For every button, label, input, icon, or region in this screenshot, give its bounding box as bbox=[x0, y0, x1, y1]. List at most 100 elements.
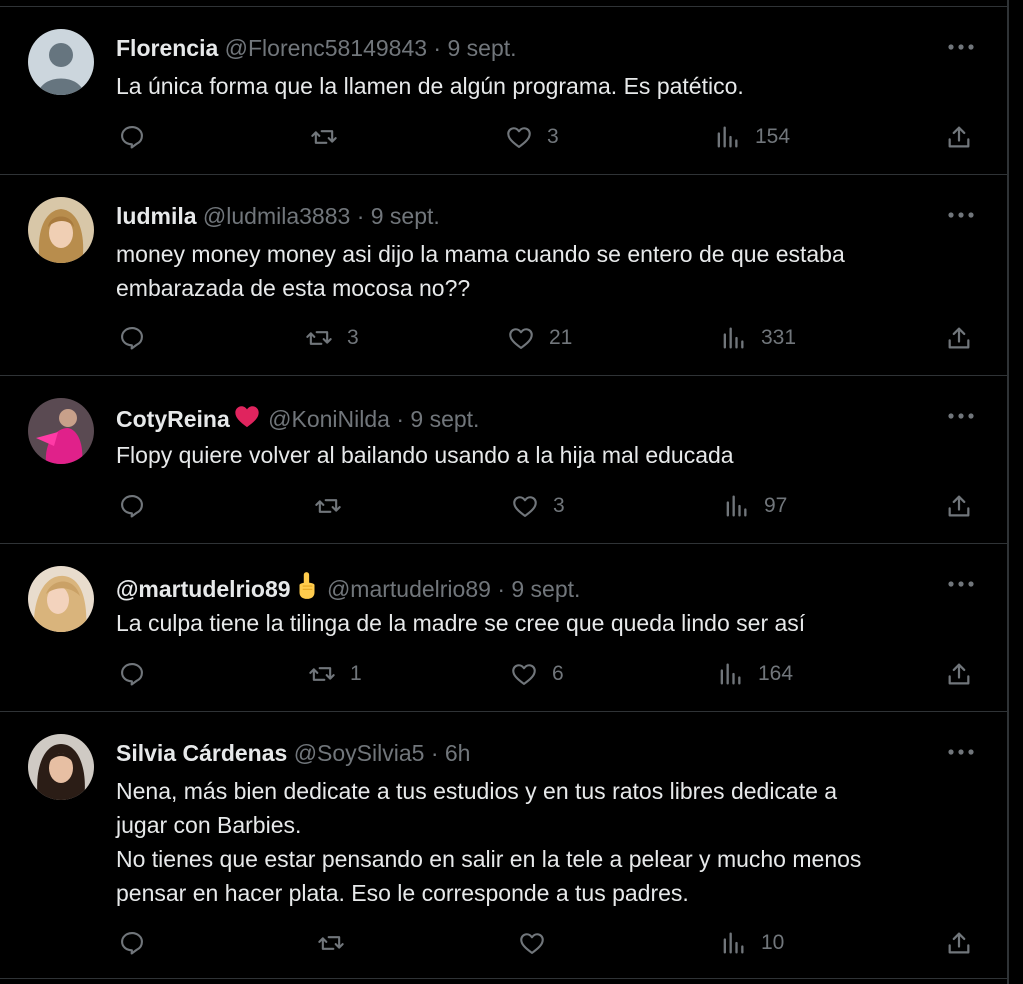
more-options-icon[interactable] bbox=[947, 203, 975, 227]
action-bar: 1 6 164 bbox=[0, 654, 1007, 694]
views-chart-icon bbox=[723, 932, 744, 954]
reply-tweet[interactable]: Silvia Cárdenas @SoySilvia5 · 6h Nena, m… bbox=[0, 711, 1007, 979]
retweet-button[interactable] bbox=[310, 117, 352, 157]
avatar[interactable] bbox=[28, 29, 94, 95]
avatar[interactable] bbox=[28, 734, 94, 800]
separator-dot: · bbox=[356, 203, 365, 229]
reply-tweet[interactable]: @martudelrio89 @martudelrio89 · 9 sept. … bbox=[0, 543, 1007, 711]
views-count: 154 bbox=[755, 125, 791, 148]
retweet-icon bbox=[315, 499, 341, 513]
timestamp[interactable]: 9 sept. bbox=[511, 576, 580, 602]
heart-icon bbox=[507, 127, 531, 148]
user-handle[interactable]: @martudelrio89 bbox=[327, 576, 491, 602]
reply-tweet[interactable]: ludmila @ludmila3883 · 9 sept. money mon… bbox=[0, 174, 1007, 375]
tweet-text-line: La culpa tiene la tilinga de la madre se… bbox=[116, 610, 806, 636]
retweet-button[interactable]: 1 bbox=[308, 654, 362, 694]
views-chart-icon bbox=[720, 663, 741, 685]
separator-dot: · bbox=[396, 406, 404, 432]
tweet-text: La culpa tiene la tilinga de la madre se… bbox=[116, 606, 976, 640]
retweet-icon bbox=[306, 331, 332, 345]
views-count: 331 bbox=[761, 326, 797, 349]
like-button[interactable] bbox=[518, 923, 560, 963]
views-button[interactable]: 331 bbox=[719, 318, 796, 358]
like-button[interactable]: 6 bbox=[510, 654, 564, 694]
reply-button[interactable] bbox=[118, 654, 160, 694]
heart-icon bbox=[520, 933, 544, 954]
user-handle[interactable]: @SoySilvia5 bbox=[294, 740, 425, 766]
more-options-icon[interactable] bbox=[947, 35, 975, 59]
retweet-icon bbox=[311, 130, 337, 144]
reply-button[interactable] bbox=[118, 318, 160, 358]
tweet-text: Nena, más bien dedicate a tus estudios y… bbox=[116, 774, 976, 910]
views-button[interactable]: 154 bbox=[713, 117, 790, 157]
tweet-text-line: money money money asi dijo la mama cuand… bbox=[116, 241, 845, 267]
tweet-header: Florencia @Florenc58149843 · 9 sept. bbox=[116, 33, 937, 63]
user-handle[interactable]: @Florenc58149843 bbox=[225, 35, 427, 61]
tweet-text-line: La única forma que la llamen de algún pr… bbox=[116, 73, 744, 99]
views-button[interactable]: 97 bbox=[722, 486, 787, 526]
like-button[interactable]: 3 bbox=[511, 486, 565, 526]
like-button[interactable]: 3 bbox=[505, 117, 559, 157]
views-count: 10 bbox=[761, 931, 785, 954]
tweet-header: ludmila @ludmila3883 · 9 sept. bbox=[116, 201, 937, 231]
reply-icon bbox=[121, 663, 143, 686]
tweet-header: CotyReina @KoniNilda · 9 sept. bbox=[116, 402, 937, 437]
action-bar: 3 97 bbox=[0, 486, 1007, 526]
retweet-button[interactable]: 3 bbox=[305, 318, 359, 358]
retweet-button[interactable] bbox=[314, 486, 356, 526]
reply-icon bbox=[121, 932, 143, 955]
more-options-icon[interactable] bbox=[947, 404, 975, 428]
reply-icon bbox=[121, 126, 143, 149]
display-name[interactable]: CotyReina bbox=[116, 406, 230, 432]
timestamp[interactable]: 9 sept. bbox=[447, 35, 516, 61]
views-button[interactable]: 10 bbox=[719, 923, 784, 963]
views-button[interactable]: 164 bbox=[716, 654, 793, 694]
display-name[interactable]: Florencia bbox=[116, 35, 218, 61]
share-icon bbox=[948, 932, 970, 954]
tweet-text: money money money asi dijo la mama cuand… bbox=[116, 237, 976, 305]
tweet-text-line: No tienes que estar pensando en salir en… bbox=[116, 846, 862, 872]
share-button[interactable] bbox=[945, 486, 973, 526]
timestamp[interactable]: 9 sept. bbox=[410, 406, 479, 432]
share-button[interactable] bbox=[945, 117, 973, 157]
reply-tweet[interactable]: Florencia @Florenc58149843 · 9 sept. La … bbox=[0, 6, 1007, 174]
user-handle[interactable]: @KoniNilda bbox=[268, 406, 390, 432]
reply-button[interactable] bbox=[118, 117, 160, 157]
more-options-icon[interactable] bbox=[947, 740, 975, 764]
reply-tweet[interactable]: CotyReina @KoniNilda · 9 sept. Flopy qui… bbox=[0, 375, 1007, 543]
avatar[interactable] bbox=[28, 566, 94, 632]
reply-button[interactable] bbox=[118, 923, 160, 963]
share-button[interactable] bbox=[945, 923, 973, 963]
timestamp[interactable]: 6h bbox=[445, 740, 471, 766]
action-bar: 10 bbox=[0, 923, 1007, 963]
like-count: 3 bbox=[547, 125, 559, 148]
like-button[interactable]: 21 bbox=[507, 318, 572, 358]
views-count: 97 bbox=[764, 494, 788, 517]
display-name[interactable]: @martudelrio89 bbox=[116, 576, 291, 602]
avatar[interactable] bbox=[28, 197, 94, 263]
heart-icon bbox=[512, 664, 536, 685]
avatar[interactable] bbox=[28, 398, 94, 464]
tweet-header: @martudelrio89 @martudelrio89 · 9 sept. bbox=[116, 570, 937, 607]
pointing-up-icon bbox=[293, 570, 321, 607]
views-chart-icon bbox=[726, 495, 747, 517]
timestamp[interactable]: 9 sept. bbox=[371, 203, 440, 229]
share-button[interactable] bbox=[945, 654, 973, 694]
tweet-text-line: embarazada de esta mocosa no?? bbox=[116, 275, 471, 301]
display-name[interactable]: Silvia Cárdenas bbox=[116, 740, 287, 766]
tweet-text: Flopy quiere volver al bailando usando a… bbox=[116, 438, 976, 472]
share-button[interactable] bbox=[945, 318, 973, 358]
retweet-count: 3 bbox=[347, 326, 359, 349]
reply-icon bbox=[121, 495, 143, 518]
display-name[interactable]: ludmila bbox=[116, 203, 197, 229]
user-handle[interactable]: @ludmila3883 bbox=[203, 203, 350, 229]
like-count: 6 bbox=[552, 662, 564, 685]
heart-icon bbox=[513, 496, 537, 517]
retweet-button[interactable] bbox=[317, 923, 359, 963]
reply-icon bbox=[121, 327, 143, 350]
tweet-text-line: jugar con Barbies. bbox=[116, 812, 302, 838]
reply-button[interactable] bbox=[118, 486, 160, 526]
tweet-text-line: Nena, más bien dedicate a tus estudios y… bbox=[116, 778, 838, 804]
action-bar: 3 154 bbox=[0, 117, 1007, 157]
more-options-icon[interactable] bbox=[947, 572, 975, 596]
